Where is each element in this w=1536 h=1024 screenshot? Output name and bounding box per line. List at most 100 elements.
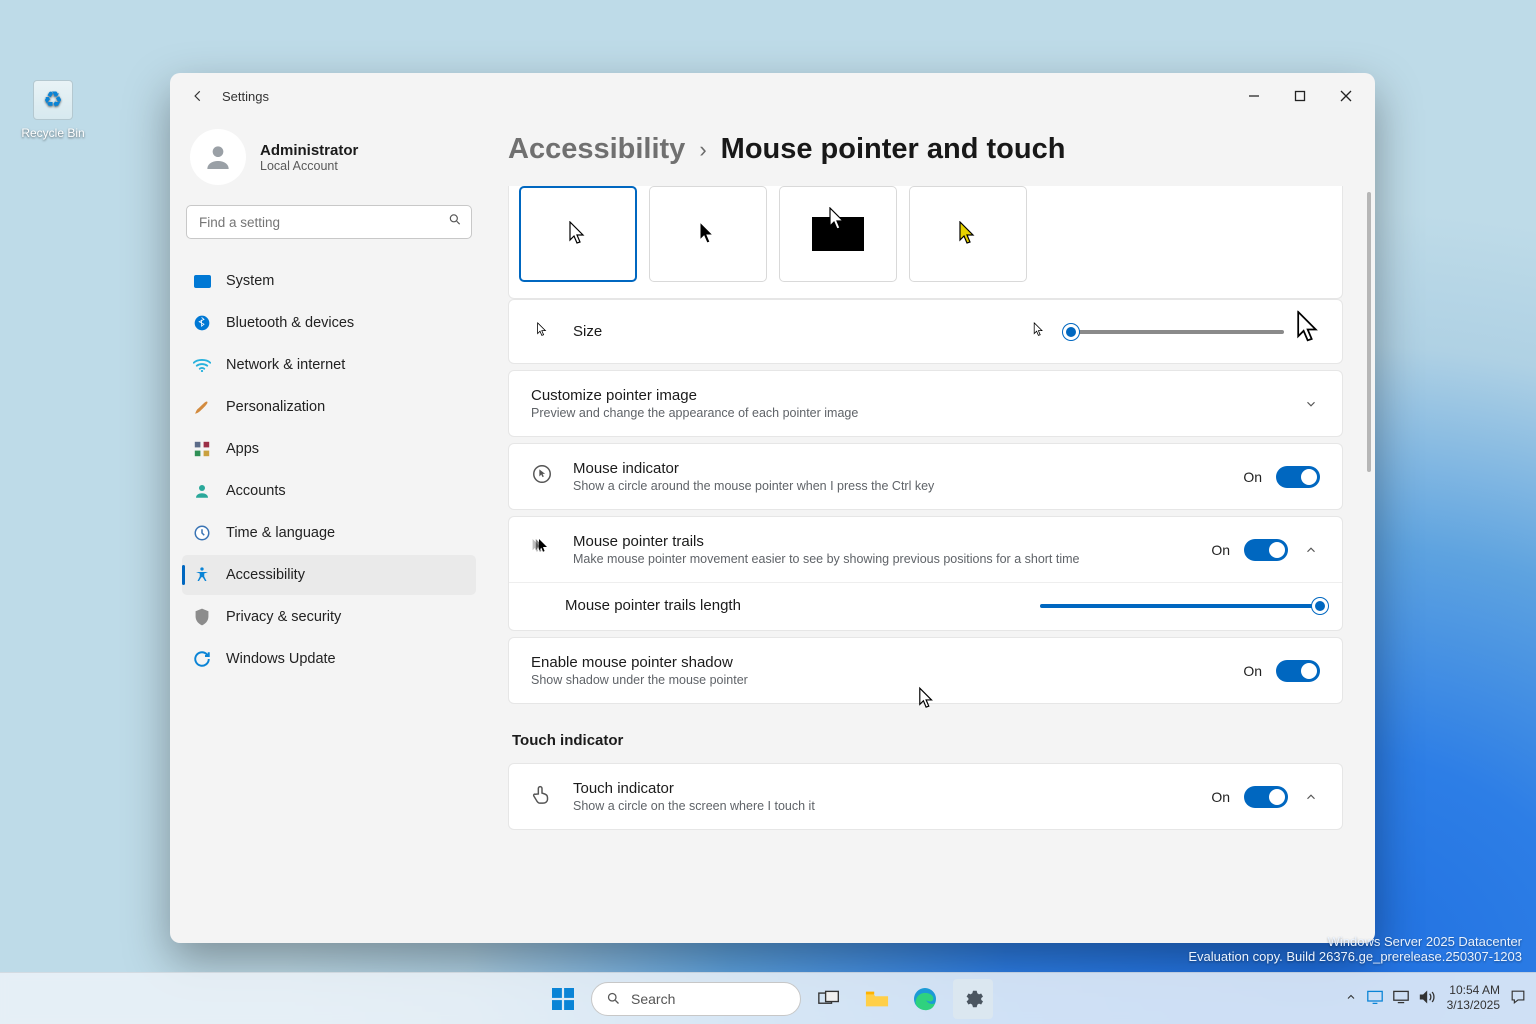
trails-state: On	[1211, 542, 1230, 558]
sidebar-item-label: Accessibility	[226, 567, 305, 583]
shield-icon	[192, 607, 212, 627]
sidebar-item-bluetooth[interactable]: Bluetooth & devices	[182, 303, 476, 343]
settings-taskbar-button[interactable]	[953, 979, 993, 1019]
sidebar-item-label: Network & internet	[226, 357, 345, 373]
mouse-indicator-card: Mouse indicator Show a circle around the…	[508, 443, 1343, 510]
sidebar-item-label: Accounts	[226, 483, 286, 499]
sidebar-item-system[interactable]: System	[182, 261, 476, 301]
shadow-toggle[interactable]	[1276, 660, 1320, 682]
accessibility-icon	[192, 565, 212, 585]
pointer-style-black[interactable]	[649, 186, 767, 282]
touch-icon	[531, 783, 555, 810]
tray-chevron-icon[interactable]	[1345, 991, 1357, 1006]
mouse-indicator-state: On	[1243, 469, 1262, 485]
indicator-icon	[531, 463, 555, 490]
size-slider[interactable]	[1064, 330, 1284, 334]
tray-clock[interactable]: 10:54 AM 3/13/2025	[1447, 983, 1500, 1013]
cursor-small-icon	[536, 322, 550, 341]
desktop-watermark: Windows Server 2025 Datacenter Evaluatio…	[1188, 934, 1522, 964]
tray-vm-icon[interactable]	[1367, 990, 1383, 1007]
customize-title: Customize pointer image	[531, 387, 1284, 404]
taskbar-search[interactable]: Search	[591, 982, 801, 1016]
pointer-style-group	[508, 186, 1343, 299]
trails-desc: Make mouse pointer movement easier to se…	[573, 552, 1193, 566]
breadcrumb: Accessibility › Mouse pointer and touch	[488, 119, 1375, 186]
settings-window: Settings Administrator Local Account	[170, 73, 1375, 943]
watermark-line1: Windows Server 2025 Datacenter	[1188, 934, 1522, 949]
trails-length-label: Mouse pointer trails length	[565, 597, 1040, 614]
size-card: Size	[508, 299, 1343, 364]
sidebar-item-personalization[interactable]: Personalization	[182, 387, 476, 427]
pointer-style-white[interactable]	[519, 186, 637, 282]
taskbar: Search 10:54 AM 3/13/2025	[0, 972, 1536, 1024]
user-name: Administrator	[260, 142, 358, 159]
tray-network-icon[interactable]	[1393, 990, 1409, 1007]
chevron-down-icon[interactable]	[1302, 397, 1320, 411]
start-button[interactable]	[543, 979, 583, 1019]
touch-section-header: Touch indicator	[512, 732, 1343, 749]
breadcrumb-parent[interactable]: Accessibility	[508, 133, 685, 166]
mouse-indicator-toggle[interactable]	[1276, 466, 1320, 488]
shadow-state: On	[1243, 663, 1262, 679]
sidebar-item-privacy[interactable]: Privacy & security	[182, 597, 476, 637]
back-button[interactable]	[184, 82, 212, 110]
scrollbar[interactable]	[1367, 192, 1371, 472]
avatar	[190, 129, 246, 185]
recycle-bin-glyph: ♻	[33, 80, 73, 120]
cursor-min-icon	[1032, 322, 1045, 341]
desktop-icon-recycle-bin[interactable]: ♻ Recycle Bin	[18, 80, 88, 140]
tray-notifications-icon[interactable]	[1510, 989, 1526, 1008]
chevron-up-icon[interactable]	[1302, 790, 1320, 804]
sidebar-item-label: Personalization	[226, 399, 325, 415]
tray-volume-icon[interactable]	[1419, 989, 1437, 1008]
customize-pointer-card[interactable]: Customize pointer image Preview and chan…	[508, 370, 1343, 437]
shadow-title: Enable mouse pointer shadow	[531, 654, 1225, 671]
trails-toggle[interactable]	[1244, 539, 1288, 561]
clock-icon	[192, 523, 212, 543]
pointer-style-inverted[interactable]	[779, 186, 897, 282]
edge-button[interactable]	[905, 979, 945, 1019]
explorer-button[interactable]	[857, 979, 897, 1019]
tray-date: 3/13/2025	[1447, 998, 1500, 1013]
user-icon	[192, 481, 212, 501]
chevron-right-icon: ›	[699, 137, 706, 163]
watermark-line2: Evaluation copy. Build 26376.ge_prerelea…	[1188, 949, 1522, 964]
sidebar-item-network[interactable]: Network & internet	[182, 345, 476, 385]
trails-length-slider[interactable]	[1040, 604, 1320, 608]
sidebar-item-time[interactable]: Time & language	[182, 513, 476, 553]
cursor-onscreen-icon	[918, 686, 936, 712]
taskbar-search-placeholder: Search	[631, 991, 675, 1007]
brush-icon	[192, 397, 212, 417]
chevron-up-icon[interactable]	[1302, 543, 1320, 557]
user-sub: Local Account	[260, 159, 358, 173]
sidebar-item-accessibility[interactable]: Accessibility	[182, 555, 476, 595]
search-icon	[448, 213, 462, 232]
window-minimize-button[interactable]	[1231, 80, 1277, 112]
sidebar-item-accounts[interactable]: Accounts	[182, 471, 476, 511]
pointer-style-custom[interactable]	[909, 186, 1027, 282]
sidebar-item-apps[interactable]: Apps	[182, 429, 476, 469]
sidebar-item-label: Windows Update	[226, 651, 336, 667]
window-close-button[interactable]	[1323, 80, 1369, 112]
search-input[interactable]	[186, 205, 472, 239]
sidebar-item-label: Bluetooth & devices	[226, 315, 354, 331]
window-title: Settings	[222, 89, 269, 104]
sidebar-item-label: Apps	[226, 441, 259, 457]
user-block[interactable]: Administrator Local Account	[182, 119, 476, 205]
sidebar-item-update[interactable]: Windows Update	[182, 639, 476, 679]
touch-indicator-card: Touch indicator Show a circle on the scr…	[508, 763, 1343, 830]
touch-desc: Show a circle on the screen where I touc…	[573, 799, 1193, 813]
task-view-button[interactable]	[809, 979, 849, 1019]
sidebar-item-label: Privacy & security	[226, 609, 341, 625]
wifi-icon	[192, 355, 212, 375]
mouse-indicator-title: Mouse indicator	[573, 460, 1225, 477]
size-label: Size	[573, 323, 1010, 340]
trails-card: Mouse pointer trails Make mouse pointer …	[508, 516, 1343, 631]
system-icon	[192, 271, 212, 291]
system-tray[interactable]: 10:54 AM 3/13/2025	[1345, 972, 1526, 1024]
shadow-desc: Show shadow under the mouse pointer	[531, 673, 1225, 687]
window-maximize-button[interactable]	[1277, 80, 1323, 112]
titlebar: Settings	[170, 73, 1375, 119]
touch-toggle[interactable]	[1244, 786, 1288, 808]
sidebar-item-label: System	[226, 273, 274, 289]
